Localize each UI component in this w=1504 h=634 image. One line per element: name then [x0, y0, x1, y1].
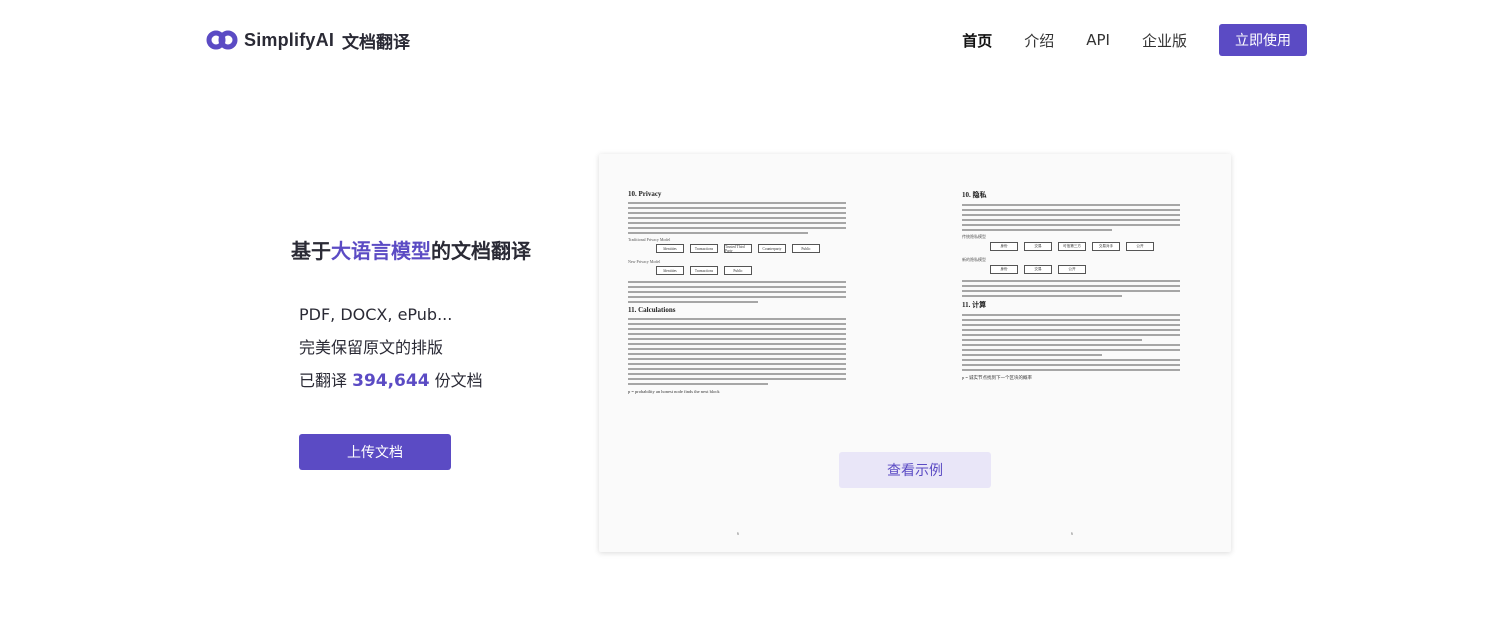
privacy-diagram: 身份 交易 公开: [990, 265, 1182, 274]
formula: p = 诚实节点找到下一个区块的概率: [962, 375, 1033, 380]
feature-layout: 完美保留原文的排版: [299, 338, 444, 357]
diagram-box: Public: [724, 266, 752, 275]
privacy-diagram: Identities Transactions Public: [656, 266, 848, 275]
view-sample-button[interactable]: 查看示例: [839, 452, 991, 488]
diagram-box: 交易对手: [1092, 242, 1120, 251]
nav-enterprise[interactable]: 企业版: [1142, 30, 1187, 51]
hero-title-post: 的文档翻译: [431, 239, 531, 263]
diagram-box: 可信第三方: [1058, 242, 1086, 251]
paragraph: [628, 318, 848, 385]
diagram-box: 交易: [1024, 265, 1052, 274]
privacy-diagram: Identities Transactions Trusted Third Pa…: [656, 244, 848, 253]
section-title: 10. Privacy: [628, 190, 662, 198]
diagram-box: Identities: [656, 266, 684, 275]
section-title: 11. 计算: [962, 301, 987, 309]
diagram-box: 公开: [1126, 242, 1154, 251]
logo[interactable]: SimplifyAI 文档翻译: [206, 28, 411, 53]
hero-title: 基于大语言模型的文档翻译: [291, 235, 531, 264]
nav-api[interactable]: API: [1086, 31, 1110, 49]
brand-subtitle: 文档翻译: [342, 32, 411, 53]
paragraph: [962, 314, 1182, 371]
diagram-box: Transactions: [690, 244, 718, 253]
diagram-label: 新的隐私模型: [962, 257, 986, 262]
header: SimplifyAI 文档翻译 首页 介绍 API 企业版 立即使用: [0, 0, 1504, 80]
translated-count: 394,644: [352, 371, 430, 391]
translation-preview: 10. Privacy Traditional Privacy Model Id…: [599, 154, 1231, 552]
logo-icon: [206, 30, 238, 50]
count-suffix: 份文档: [434, 371, 483, 390]
translated-page: 10. 隐私 传统隐私模型 身份 交易 可信第三方 交易对手 公开 新的隐私模型…: [962, 190, 1182, 540]
section-title: 10. 隐私: [962, 191, 987, 199]
diagram-box: Public: [792, 244, 820, 253]
diagram-label: Traditional Privacy Model: [628, 237, 671, 242]
count-prefix: 已翻译: [299, 371, 348, 390]
feature-list: PDF, DOCX, ePub... 完美保留原文的排版 已翻译 394,644…: [299, 304, 483, 403]
diagram-label: 传统隐私模型: [962, 234, 986, 239]
formula: p = probability an honest node finds the…: [628, 389, 720, 394]
brand-name: SimplifyAI: [244, 29, 335, 50]
nav-home[interactable]: 首页: [962, 30, 992, 51]
page-number: 6: [737, 531, 739, 536]
diagram-box: Identities: [656, 244, 684, 253]
diagram-label: New Privacy Model: [628, 259, 661, 264]
diagram-box: 身份: [990, 242, 1018, 251]
diagram-box: 身份: [990, 265, 1018, 274]
original-page: 10. Privacy Traditional Privacy Model Id…: [628, 190, 848, 540]
diagram-box: 交易: [1024, 242, 1052, 251]
start-now-button[interactable]: 立即使用: [1219, 24, 1307, 56]
upload-document-button[interactable]: 上传文档: [299, 434, 451, 470]
nav-intro[interactable]: 介绍: [1024, 30, 1054, 51]
diagram-box: Transactions: [690, 266, 718, 275]
paragraph: [962, 280, 1182, 297]
feature-count: 已翻译 394,644 份文档: [299, 370, 483, 403]
top-nav: 首页 介绍 API 企业版 立即使用: [962, 24, 1307, 56]
page-number: 6: [1071, 531, 1073, 536]
privacy-diagram: 身份 交易 可信第三方 交易对手 公开: [990, 242, 1182, 251]
paragraph: [962, 204, 1182, 231]
hero-title-highlight: 大语言模型: [331, 239, 431, 263]
feature-formats: PDF, DOCX, ePub...: [299, 305, 453, 324]
section-title: 11. Calculations: [628, 306, 676, 314]
diagram-box: Counterparty: [758, 244, 786, 253]
hero-title-pre: 基于: [291, 239, 331, 263]
diagram-box: Trusted Third Party: [724, 244, 752, 253]
paragraph: [628, 202, 848, 234]
diagram-box: 公开: [1058, 265, 1086, 274]
paragraph: [628, 281, 848, 303]
